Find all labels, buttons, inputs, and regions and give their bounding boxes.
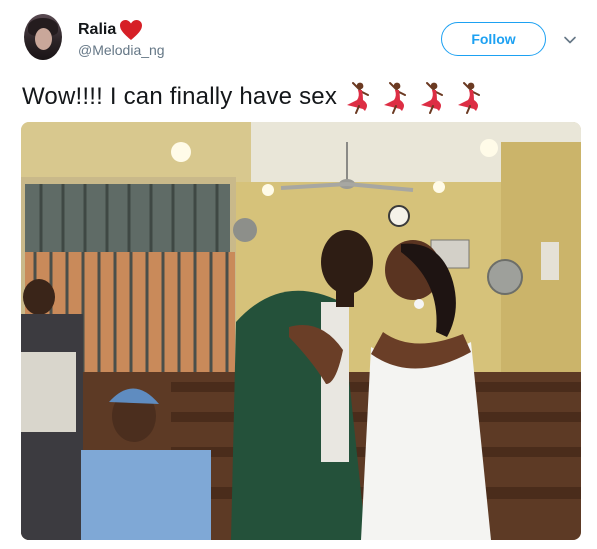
dancer-icon xyxy=(458,82,481,114)
person-left-standing xyxy=(21,279,83,540)
dancer-icon xyxy=(347,82,370,114)
chevron-down-icon[interactable] xyxy=(562,32,578,48)
wall-fan-left xyxy=(233,218,257,242)
ceiling-bulb-3 xyxy=(433,181,445,193)
ceiling-bulb-4 xyxy=(480,139,498,157)
photo-scene xyxy=(21,122,581,540)
heart-icon xyxy=(120,20,143,40)
tweet-header: Ralia @Melodia_ng Follow xyxy=(0,0,597,70)
wall-fan-right xyxy=(487,259,523,295)
dancer-icon xyxy=(421,82,444,114)
display-name[interactable]: Ralia xyxy=(78,19,143,41)
display-name-text: Ralia xyxy=(78,21,117,38)
user-handle[interactable]: @Melodia_ng xyxy=(78,42,165,58)
wall-clock xyxy=(388,205,410,227)
wall-poster xyxy=(541,242,559,280)
dancer-icon xyxy=(384,82,407,114)
tweet-text-body: Wow!!!! I can finally have sex xyxy=(22,83,338,110)
tweet-text: Wow!!!! I can finally have sex xyxy=(22,80,486,114)
follow-button[interactable]: Follow xyxy=(441,22,546,56)
tweet-photo[interactable] xyxy=(21,122,581,540)
dancer-emoji-group xyxy=(341,80,486,114)
avatar-face xyxy=(35,28,52,50)
ceiling-bulb-2 xyxy=(262,184,274,196)
avatar[interactable] xyxy=(24,14,62,60)
ceiling-bulb-1 xyxy=(171,142,191,162)
